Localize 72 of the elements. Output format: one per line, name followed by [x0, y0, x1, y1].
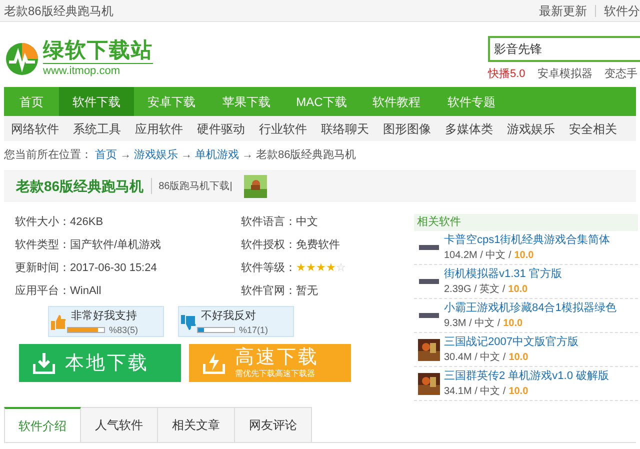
- related-link[interactable]: 街机模拟器v1.31 官方版: [444, 266, 562, 282]
- software-subtitle: 86版跑马机下载|: [158, 180, 232, 194]
- related-link[interactable]: 卡普空cps1街机经典游戏合集简体: [444, 232, 610, 248]
- thumbnail-icon: [419, 313, 439, 318]
- star-icon: ★: [316, 262, 326, 274]
- breadcrumb-link[interactable]: 游戏娱乐: [134, 146, 178, 164]
- star-icon: ★: [326, 262, 336, 274]
- star-icon: ★: [296, 262, 306, 274]
- vote-count: %17(1): [239, 324, 268, 337]
- hot-word-link[interactable]: 安卓模拟器: [537, 66, 592, 82]
- related-meta: 2.39G / 英文 / 10.0: [444, 282, 529, 296]
- breadcrumb-label: 您当前所在位置：: [4, 148, 92, 163]
- subnav-link[interactable]: 网络软件: [4, 120, 66, 138]
- logo-url: www.itmop.com: [43, 63, 153, 78]
- field-text: 应用平台：WinAll: [15, 284, 102, 299]
- thumbnail-icon: [419, 245, 439, 250]
- logo-icon: [5, 42, 39, 76]
- field-text: 更新时间：2017-06-30 15:24: [15, 260, 157, 276]
- related-link[interactable]: 三国战记2007中文版官方版: [444, 334, 578, 350]
- vote-label: 非常好我支持: [71, 309, 137, 324]
- subnav-link[interactable]: 行业软件: [252, 120, 314, 138]
- hot-word-link[interactable]: 快播5.0: [488, 66, 526, 82]
- thumbs-down-icon: [181, 315, 196, 330]
- page-title: 老款86版经典跑马机: [4, 2, 114, 20]
- field-text: 软件语言：中文: [241, 214, 318, 230]
- logo-text: 绿软下载站: [43, 39, 153, 63]
- related-meta: 30.4M / 中文 / 10.0: [444, 350, 530, 364]
- related-meta: 104.2M / 中文 / 10.0: [444, 248, 535, 262]
- breadcrumb-link[interactable]: 单机游戏: [195, 146, 239, 164]
- field-text: 软件官网：暂无: [241, 284, 318, 299]
- subnav-link[interactable]: 硬件驱动: [190, 120, 252, 138]
- download-bolt-icon: [203, 352, 225, 374]
- breadcrumb-arrow: →: [120, 148, 131, 163]
- content-tab[interactable]: 网友评论: [235, 407, 312, 442]
- subnav-link[interactable]: 图形图像: [376, 120, 438, 138]
- related-meta: 9.3M / 中文 / 10.0: [444, 316, 524, 330]
- software-title: 老款86版经典跑马机: [16, 176, 144, 196]
- vote-box[interactable]: 不好我反对 %17(1): [178, 306, 294, 337]
- vote-box[interactable]: 非常好我支持 %83(5): [48, 306, 164, 337]
- subnav-link[interactable]: 游戏娱乐: [500, 120, 562, 138]
- download-icon: [33, 352, 55, 374]
- related-link[interactable]: 三国群英传2 单机游戏v1.0 破解版: [444, 368, 610, 384]
- content-tab[interactable]: 软件介绍: [4, 407, 81, 442]
- breadcrumb-arrow: →: [181, 148, 192, 163]
- hot-word-link[interactable]: 变态手: [604, 66, 638, 82]
- subnav-link[interactable]: 安全相关: [562, 120, 624, 138]
- thumbs-up-icon: [51, 315, 66, 330]
- thumbnail-icon: [419, 279, 439, 284]
- breadcrumb-current: 老款86版经典跑马机: [256, 148, 356, 163]
- top-link[interactable]: 软件分: [604, 2, 640, 20]
- field-text: 软件类型：国产软件/单机游戏: [15, 238, 162, 253]
- content-tab[interactable]: 相关文章: [158, 407, 235, 442]
- related-meta: 34.1M / 中文 / 10.0: [444, 384, 530, 398]
- nav-tab[interactable]: 软件下载: [59, 87, 134, 116]
- field-text: 软件大小：426KB: [15, 214, 104, 230]
- subnav-link[interactable]: 联络聊天: [314, 120, 376, 138]
- star-icon: ☆: [336, 262, 346, 274]
- breadcrumb-arrow: →: [242, 148, 253, 163]
- search-field[interactable]: 影音先锋: [488, 36, 640, 62]
- field-label: 软件等级：: [241, 260, 296, 276]
- breadcrumb-link[interactable]: 首页: [95, 146, 117, 164]
- content-tab[interactable]: 人气软件: [81, 407, 158, 442]
- vote-count: %83(5): [109, 324, 138, 337]
- subnav-link[interactable]: 应用软件: [128, 120, 190, 138]
- subnav-link[interactable]: 多媒体类: [438, 120, 500, 138]
- vote-label: 不好我反对: [201, 309, 256, 324]
- subnav-link[interactable]: 系统工具: [66, 120, 128, 138]
- top-link[interactable]: 最新更新: [539, 2, 587, 20]
- related-link[interactable]: 小霸王游戏机珍藏84合1模拟器绿色: [444, 300, 616, 316]
- related-heading: 相关软件: [414, 214, 638, 231]
- star-icon: ★: [306, 262, 316, 274]
- field-text: 软件授权：免费软件: [241, 238, 340, 253]
